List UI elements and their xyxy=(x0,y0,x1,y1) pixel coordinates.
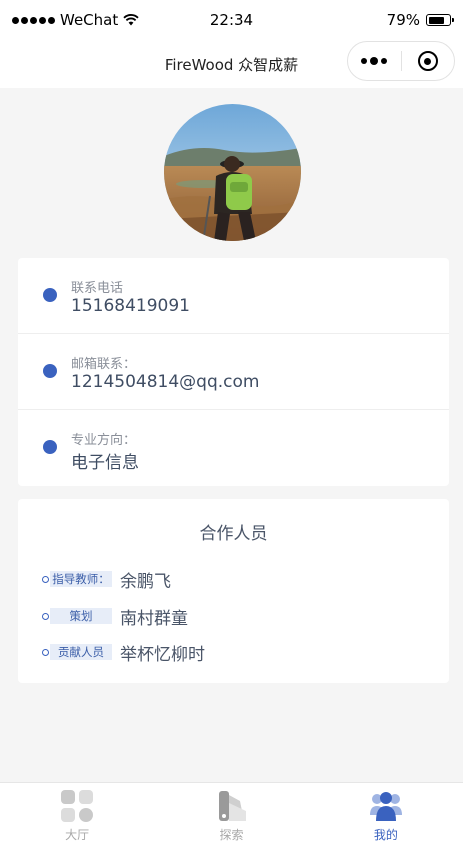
bullet-dot-icon xyxy=(43,288,57,302)
people-icon xyxy=(369,792,402,821)
team-member-row: 指导教师： 余鹏飞 xyxy=(42,568,171,592)
email-value[interactable]: 1214504814@qq.com xyxy=(71,372,259,392)
member-name: 举杯忆柳时 xyxy=(120,644,205,665)
avatar[interactable] xyxy=(164,104,301,241)
tab-hall[interactable]: 大厅 xyxy=(0,783,154,842)
phone-value[interactable]: 15168419091 xyxy=(71,296,190,316)
nav-bar: FireWood 众智成薪 xyxy=(0,40,463,88)
close-button[interactable] xyxy=(402,42,455,80)
status-bar: WeChat 22:34 79% xyxy=(0,0,463,40)
status-bar-right: 79% xyxy=(386,11,454,29)
tab-explore[interactable]: 探索 xyxy=(154,783,308,842)
member-name: 余鹏飞 xyxy=(120,571,171,592)
signal-dots-icon xyxy=(12,16,55,24)
capsule-menu xyxy=(347,41,455,81)
member-name: 南村群童 xyxy=(120,608,188,629)
info-label: 联系电话 xyxy=(71,281,124,296)
page-title: FireWood 众智成薪 xyxy=(164,55,299,74)
major-value: 电子信息 xyxy=(71,453,139,473)
team-title: 合作人员 xyxy=(199,524,268,544)
bullet-ring-icon xyxy=(42,575,49,583)
contact-card: 联系电话 15168419091 邮箱联系： 1214504814@qq.com… xyxy=(18,258,449,486)
tab-mine[interactable]: 我的 xyxy=(309,783,463,842)
team-member-row: 策划 南村群童 xyxy=(42,605,188,629)
info-row-email: 邮箱联系： 1214504814@qq.com xyxy=(18,334,449,410)
bullet-dot-icon xyxy=(43,364,57,378)
bullet-ring-icon xyxy=(42,648,49,656)
role-tag: 指导教师： xyxy=(50,571,112,587)
more-dots-icon xyxy=(361,57,388,65)
tab-label: 大厅 xyxy=(65,828,90,842)
bullet-ring-icon xyxy=(42,612,49,620)
info-label: 专业方向： xyxy=(71,433,137,448)
role-tag: 贡献人员 xyxy=(50,644,112,660)
battery-fill xyxy=(428,16,445,24)
tab-bar: 大厅 探索 我的 xyxy=(0,782,463,842)
battery-icon xyxy=(426,14,454,26)
status-bar-left: WeChat xyxy=(12,11,139,29)
role-tag: 策划 xyxy=(50,608,112,624)
team-member-row: 贡献人员 举杯忆柳时 xyxy=(42,641,205,665)
team-card: 合作人员 指导教师： 余鹏飞 策划 南村群童 贡献人员 举杯忆柳时 xyxy=(18,499,449,683)
wifi-icon xyxy=(123,14,139,26)
battery-percent: 79% xyxy=(386,11,420,29)
info-label: 邮箱联系： xyxy=(71,357,137,372)
carrier-name: WeChat xyxy=(60,11,119,29)
info-row-major: 专业方向： 电子信息 xyxy=(18,410,449,486)
bullet-dot-icon xyxy=(43,440,57,454)
tab-label: 我的 xyxy=(373,828,398,842)
info-row-phone: 联系电话 15168419091 xyxy=(18,258,449,334)
hiker-photo xyxy=(164,104,301,241)
hall-grid-icon xyxy=(61,790,94,822)
target-icon xyxy=(417,51,438,71)
more-button[interactable] xyxy=(348,42,401,80)
tab-label: 探索 xyxy=(219,828,244,842)
explore-fan-icon xyxy=(219,791,247,821)
